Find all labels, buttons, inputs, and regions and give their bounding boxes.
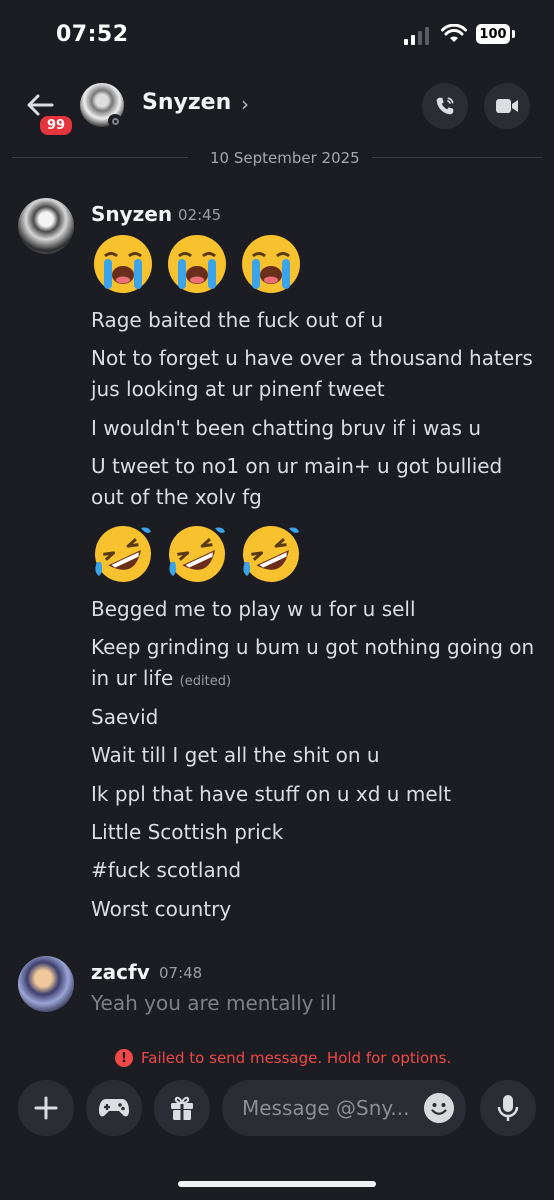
clock: 07:52 — [56, 22, 129, 47]
contact-name[interactable]: Snyzen — [142, 90, 231, 115]
battery-indicator: 100 — [476, 24, 515, 44]
chat-header: 99 Snyzen › — [0, 76, 554, 140]
add-attachment-button[interactable] — [18, 1080, 74, 1136]
message-timestamp: 02:45 — [178, 206, 222, 224]
message-text[interactable]: U tweet to no1 on ur main+ u got bullied… — [91, 451, 541, 513]
status-bar: 07:52 100 — [0, 0, 554, 70]
date-divider-label: 10 September 2025 — [210, 149, 360, 167]
rolling-on-floor-laughing-icon — [243, 526, 299, 582]
emoji-message[interactable] — [91, 232, 303, 296]
game-controller-icon — [99, 1099, 129, 1117]
loudly-crying-face-icon — [242, 235, 300, 293]
emoji-picker-icon[interactable] — [424, 1093, 454, 1123]
message-author[interactable]: Snyzen — [91, 202, 172, 226]
emoji-message[interactable] — [91, 522, 303, 586]
message-text: Keep grinding u bum u got nothing going … — [91, 635, 535, 690]
message-text[interactable]: #fuck scotland — [91, 855, 541, 886]
plus-icon — [34, 1096, 58, 1120]
edited-label: (edited) — [179, 674, 232, 689]
message-text[interactable]: Little Scottish prick — [91, 817, 541, 848]
failed-send-text: Failed to send message. Hold for options… — [141, 1049, 452, 1067]
message-input[interactable]: Message @Sny... — [222, 1080, 466, 1136]
message-text[interactable]: Saevid — [91, 702, 541, 733]
message-text[interactable]: I wouldn't been chatting bruv if i was u — [91, 413, 541, 444]
message-input-placeholder: Message @Sny... — [242, 1096, 410, 1120]
video-camera-icon — [496, 99, 518, 113]
failed-send-notice[interactable]: ! Failed to send message. Hold for optio… — [115, 1049, 451, 1067]
rolling-on-floor-laughing-icon — [95, 526, 151, 582]
voice-message-button[interactable] — [480, 1080, 536, 1136]
date-divider: 10 September 2025 — [12, 146, 542, 170]
unread-count-badge: 99 — [37, 113, 76, 138]
phone-icon — [436, 97, 454, 115]
message-avatar[interactable] — [18, 198, 74, 254]
wifi-icon — [441, 24, 467, 42]
gift-icon — [171, 1096, 193, 1120]
message-text[interactable]: Worst country — [91, 894, 541, 925]
home-indicator[interactable] — [178, 1181, 376, 1187]
loudly-crying-face-icon — [168, 235, 226, 293]
message-text[interactable]: Wait till I get all the shit on u — [91, 740, 541, 771]
message-text[interactable]: Begged me to play w u for u sell — [91, 594, 541, 625]
message-text[interactable]: Not to forget u have over a thousand hat… — [91, 343, 541, 405]
gift-button[interactable] — [154, 1080, 210, 1136]
loudly-crying-face-icon — [94, 235, 152, 293]
message-author[interactable]: zacfv — [91, 960, 150, 984]
message-text-failed[interactable]: Yeah you are mentally ill — [91, 988, 541, 1019]
chevron-right-icon[interactable]: › — [241, 92, 249, 116]
message-avatar[interactable] — [18, 956, 74, 1012]
activities-button[interactable] — [86, 1080, 142, 1136]
voice-call-button[interactable] — [422, 83, 468, 129]
microphone-icon — [497, 1095, 519, 1121]
message-text[interactable]: Rage baited the fuck out of u — [91, 305, 541, 336]
message-text[interactable]: Ik ppl that have stuff on u xd u melt — [91, 779, 541, 810]
video-call-button[interactable] — [484, 83, 530, 129]
message-timestamp: 07:48 — [159, 964, 203, 982]
message-text-edited[interactable]: Keep grinding u bum u got nothing going … — [91, 632, 541, 697]
rolling-on-floor-laughing-icon — [169, 526, 225, 582]
cellular-signal-icon — [404, 27, 429, 45]
offline-status-icon — [108, 114, 122, 128]
error-icon: ! — [115, 1049, 133, 1067]
